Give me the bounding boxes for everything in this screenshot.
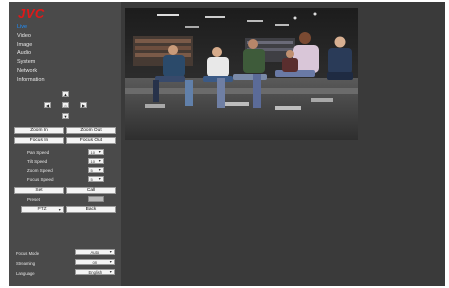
focus-speed-select[interactable]: 5 ▼ [88,176,104,182]
lecture-hall-image [125,8,358,140]
chevron-down-icon: ▼ [98,159,102,163]
focus-mode-select[interactable]: Auto ▼ [75,249,115,255]
pan-right-button[interactable]: ▶ [80,102,87,108]
focus-mode-value: Auto [90,249,100,255]
focus-in-button[interactable]: Focus In [14,137,64,144]
pan-up-button[interactable]: ▲ [62,91,69,97]
preset-label: Preset [27,197,41,202]
language-select[interactable]: English ▼ [75,269,115,275]
chevron-down-icon: ▼ [58,207,62,212]
live-video-feed[interactable] [125,8,358,140]
tilt-speed-value: 10 [90,158,95,164]
chevron-down-icon: ▼ [98,177,102,181]
chevron-down-icon: ▼ [109,250,113,254]
pan-speed-value: 10 [90,149,95,155]
mode-select[interactable]: PTZ ▼ [21,206,64,213]
chevron-down-icon: ▼ [98,150,102,154]
menu-item-live[interactable]: Live [17,23,45,32]
tilt-speed-label: Tilt Speed [27,159,48,164]
pan-down-button[interactable]: ▼ [62,113,69,119]
mode-select-value: PTZ [37,207,47,212]
nav-menu: Live Video Image Audio System Network In… [17,23,45,85]
pan-speed-select[interactable]: 10 ▼ [88,149,104,155]
tilt-speed-select[interactable]: 10 ▼ [88,158,104,164]
menu-item-system[interactable]: System [17,58,45,67]
menu-item-information[interactable]: Information [17,76,45,85]
chevron-down-icon: ▼ [98,168,102,172]
streaming-select[interactable]: on ▼ [75,259,115,265]
zoom-out-button[interactable]: Zoom Out [66,127,116,134]
focus-speed-value: 5 [90,176,93,182]
set-preset-button[interactable]: Set [14,187,64,194]
menu-item-network[interactable]: Network [17,67,45,76]
focus-mode-label: Focus Mode [16,251,40,256]
language-label: Language [16,271,35,276]
menu-item-image[interactable]: Image [17,41,45,50]
main-view [121,2,445,286]
sidebar: JVC Live Video Image Audio System Networ… [9,2,121,286]
streaming-value: on [92,259,98,265]
zoom-speed-value: 5 [90,167,93,173]
zoom-speed-label: Zoom Speed [27,168,53,173]
home-icon: ⌂ [64,102,67,108]
streaming-label: Streaming [16,261,36,266]
focus-speed-label: Focus Speed [27,177,54,182]
focus-out-button[interactable]: Focus Out [66,137,116,144]
chevron-down-icon: ▼ [109,270,113,274]
pan-speed-label: Pan Speed [27,150,50,155]
menu-item-video[interactable]: Video [17,32,45,41]
menu-item-audio[interactable]: Audio [17,49,45,58]
zoom-speed-select[interactable]: 5 ▼ [88,167,104,173]
preset-input[interactable] [88,196,104,202]
zoom-in-button[interactable]: Zoom In [14,127,64,134]
triangle-down-icon: ▼ [63,113,68,119]
chevron-down-icon: ▼ [109,260,113,264]
camera-web-ui: JVC Live Video Image Audio System Networ… [9,2,445,286]
triangle-left-icon: ◀ [45,102,50,108]
jvc-logo: JVC [18,6,45,21]
back-button[interactable]: Back [66,206,116,213]
triangle-up-icon: ▲ [63,91,68,97]
call-preset-button[interactable]: Call [66,187,116,194]
language-value: English [88,269,103,275]
pan-left-button[interactable]: ◀ [44,102,51,108]
triangle-right-icon: ▶ [81,102,86,108]
home-button[interactable]: ⌂ [62,102,69,108]
